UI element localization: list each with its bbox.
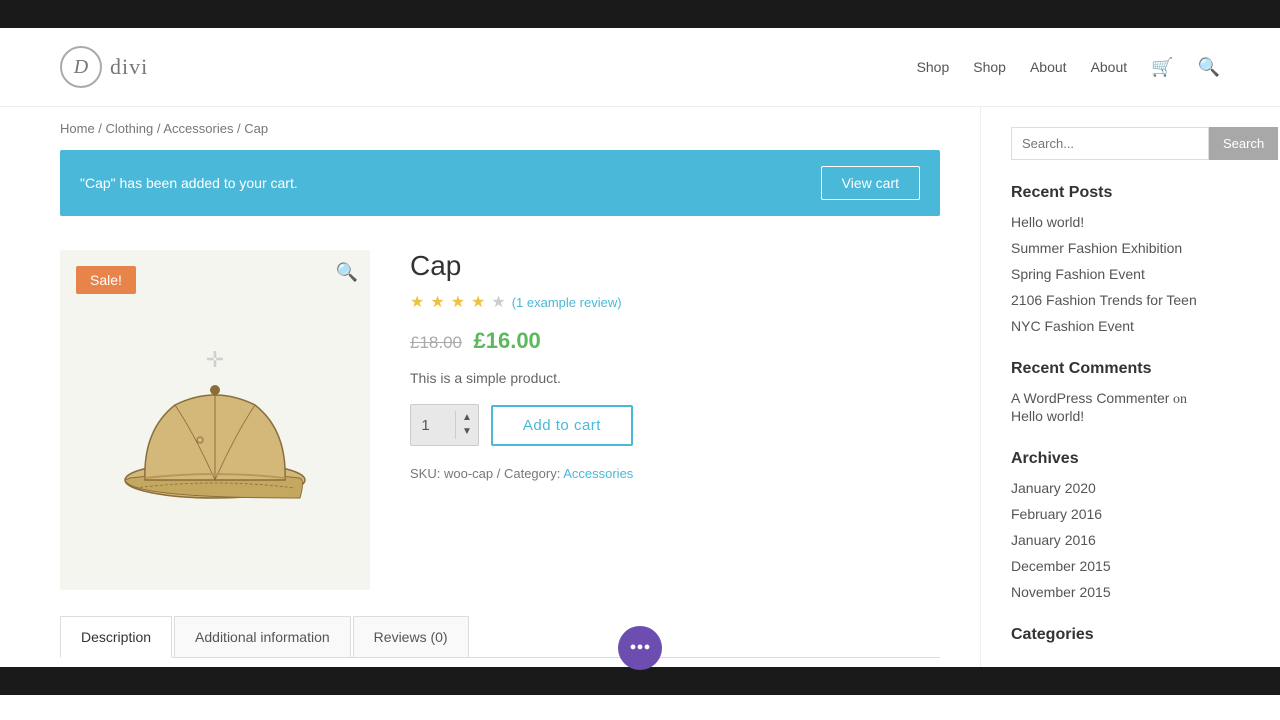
list-item: Summer Fashion Exhibition xyxy=(1011,240,1220,258)
product-rating: ★ ★ ★ ★ ★ (1 example review) xyxy=(410,292,940,312)
qty-up-button[interactable]: ▲ xyxy=(456,411,478,425)
recent-comments-title: Recent Comments xyxy=(1011,360,1220,378)
product-description: This is a simple product. xyxy=(410,370,940,386)
search-icon[interactable]: 🔍 xyxy=(1198,57,1220,78)
recent-comments-list: A WordPress Commenter on Hello world! xyxy=(1011,390,1220,426)
logo-circle: D xyxy=(60,46,102,88)
sidebar: Search Recent Posts Hello world! Summer … xyxy=(980,107,1220,667)
tab-description[interactable]: Description xyxy=(60,616,172,658)
sale-price: £16.00 xyxy=(474,328,541,353)
nav-shop-2[interactable]: Shop xyxy=(973,59,1006,75)
original-price: £18.00 xyxy=(410,333,462,352)
add-to-cart-button[interactable]: Add to cart xyxy=(491,405,633,446)
star-1: ★ xyxy=(410,292,424,312)
archives-list: January 2020 February 2016 January 2016 … xyxy=(1011,480,1220,602)
zoom-icon[interactable]: 🔍 xyxy=(336,262,358,283)
quantity-input[interactable] xyxy=(411,405,455,445)
header: D divi Shop Shop About About 🛒 🔍 xyxy=(0,28,1280,107)
view-cart-button[interactable]: View cart xyxy=(821,166,920,200)
recent-posts-title: Recent Posts xyxy=(1011,184,1220,202)
notification-message: "Cap" has been added to your cart. xyxy=(80,175,298,191)
product-tabs: Description Additional information Revie… xyxy=(60,616,940,658)
quantity-wrap: ▲ ▼ xyxy=(410,404,479,446)
recent-comments-section: Recent Comments A WordPress Commenter on… xyxy=(1011,360,1220,426)
top-bar xyxy=(0,0,1280,28)
star-2: ★ xyxy=(430,292,444,312)
list-item: Hello world! xyxy=(1011,214,1220,232)
categories-section: Categories xyxy=(1011,626,1220,644)
qty-down-button[interactable]: ▼ xyxy=(456,425,478,439)
main-nav: Shop Shop About About 🛒 🔍 xyxy=(917,57,1220,78)
product-price: £18.00 £16.00 xyxy=(410,328,940,354)
product-category[interactable]: Accessories xyxy=(563,466,633,481)
search-input[interactable] xyxy=(1011,127,1209,160)
star-4: ★ xyxy=(471,292,485,312)
list-item: December 2015 xyxy=(1011,558,1220,576)
product-image xyxy=(105,330,325,510)
notification-bar: "Cap" has been added to your cart. View … xyxy=(60,150,940,216)
product-sku: woo-cap xyxy=(444,466,493,481)
quantity-buttons: ▲ ▼ xyxy=(455,411,478,439)
list-item: February 2016 xyxy=(1011,506,1220,524)
nav-shop-1[interactable]: Shop xyxy=(917,59,950,75)
recent-posts-list: Hello world! Summer Fashion Exhibition S… xyxy=(1011,214,1220,336)
nav-about-1[interactable]: About xyxy=(1030,59,1067,75)
list-item: January 2020 xyxy=(1011,480,1220,498)
archives-title: Archives xyxy=(1011,450,1220,468)
bottom-bar xyxy=(0,667,1280,695)
list-item: November 2015 xyxy=(1011,584,1220,602)
recent-posts-section: Recent Posts Hello world! Summer Fashion… xyxy=(1011,184,1220,336)
fab-button[interactable]: ••• xyxy=(618,626,662,670)
list-item: January 2016 xyxy=(1011,532,1220,550)
review-link[interactable]: (1 example review) xyxy=(512,295,622,310)
star-5: ★ xyxy=(491,292,505,312)
list-item: Spring Fashion Event xyxy=(1011,266,1220,284)
fab-icon: ••• xyxy=(629,637,650,660)
tab-reviews[interactable]: Reviews (0) xyxy=(353,616,469,657)
nav-about-2[interactable]: About xyxy=(1091,59,1128,75)
list-item: NYC Fashion Event xyxy=(1011,318,1220,336)
list-item: 2106 Fashion Trends for Teen xyxy=(1011,292,1220,310)
add-to-cart-row: ▲ ▼ Add to cart xyxy=(410,404,940,446)
product-meta: SKU: woo-cap / Category: Accessories xyxy=(410,466,940,481)
product-image-wrap: Sale! 🔍 ✛ xyxy=(60,250,370,590)
product-section: Sale! 🔍 ✛ xyxy=(60,240,940,600)
tab-additional-info[interactable]: Additional information xyxy=(174,616,351,657)
search-button[interactable]: Search xyxy=(1209,127,1278,160)
categories-title: Categories xyxy=(1011,626,1220,644)
breadcrumb: Home / Clothing / Accessories / Cap xyxy=(60,107,940,150)
search-form: Search xyxy=(1011,127,1220,160)
logo-text: divi xyxy=(110,54,148,80)
main-content: Home / Clothing / Accessories / Cap "Cap… xyxy=(60,107,980,667)
archives-section: Archives January 2020 February 2016 Janu… xyxy=(1011,450,1220,602)
product-title: Cap xyxy=(410,250,940,282)
star-3: ★ xyxy=(451,292,465,312)
product-details: Cap ★ ★ ★ ★ ★ (1 example review) £18.00 … xyxy=(410,250,940,590)
sale-badge: Sale! xyxy=(76,266,136,294)
list-item: A WordPress Commenter on Hello world! xyxy=(1011,390,1220,426)
logo[interactable]: D divi xyxy=(60,46,148,88)
cart-icon[interactable]: 🛒 xyxy=(1151,57,1173,78)
